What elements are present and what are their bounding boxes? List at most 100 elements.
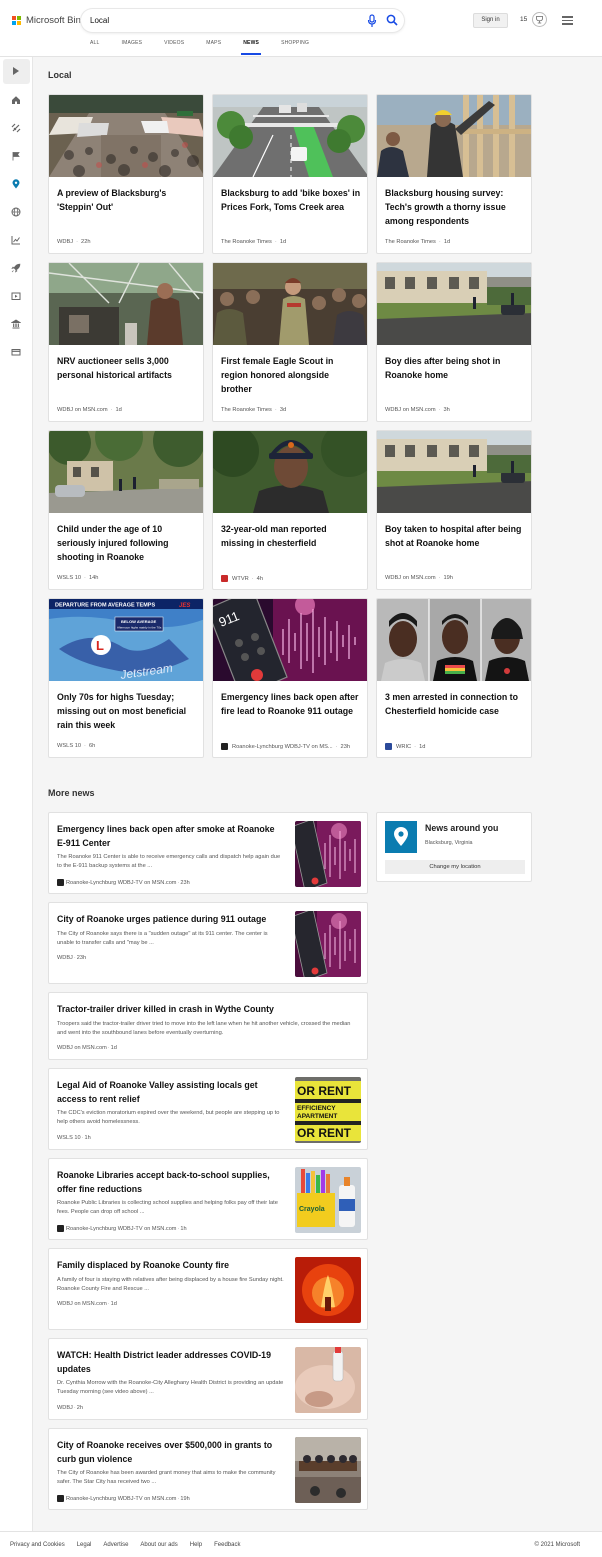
news-card-title[interactable]: Blacksburg to add 'bike boxes' in Prices… — [221, 186, 361, 214]
expand-rail-button[interactable] — [3, 59, 30, 84]
film-icon[interactable] — [11, 291, 21, 301]
news-card-title[interactable]: 3 men arrested in connection to Chesterf… — [385, 690, 525, 718]
news-source[interactable]: WDBJ — [57, 1405, 73, 1411]
news-card[interactable]: NRV auctioneer sells 3,000 personal hist… — [48, 262, 204, 422]
news-item-description: Troopers said the tractor-trailer driver… — [57, 1021, 351, 1036]
news-list-item[interactable]: Legal Aid of Roanoke Valley assisting lo… — [48, 1068, 368, 1150]
news-card[interactable]: Child under the age of 10 seriously inju… — [48, 430, 204, 590]
footer: Privacy and Cookies Legal Advertise Abou… — [0, 1531, 602, 1557]
news-card-meta: WDBJ on MSN.com · 3h — [385, 407, 450, 413]
home-icon[interactable] — [11, 95, 21, 105]
news-source[interactable]: The Roanoke Times — [221, 239, 272, 245]
tab-images[interactable]: IMAGES — [122, 40, 143, 55]
tab-maps[interactable]: MAPS — [206, 40, 221, 55]
search-icon[interactable] — [386, 14, 398, 26]
footer-link-help[interactable]: Help — [190, 1542, 202, 1548]
chart-icon[interactable] — [11, 235, 21, 245]
news-card[interactable]: A preview of Blacksburg's 'Steppin' Out'… — [48, 94, 204, 254]
bing-logo[interactable]: Microsoft Bing — [12, 15, 86, 26]
news-source[interactable]: WDBJ — [57, 239, 73, 245]
news-card[interactable]: DEPARTURE FROM AVERAGE TEMPS JES BELOW A… — [48, 598, 204, 758]
news-card[interactable]: 3 men arrested in connection to Chesterf… — [376, 598, 532, 758]
news-list-item[interactable]: Family displaced by Roanoke County fire … — [48, 1248, 368, 1330]
news-card-title[interactable]: 32-year-old man reported missing in ches… — [221, 522, 361, 550]
globe-icon[interactable] — [11, 207, 21, 217]
news-source[interactable]: WSLS 10 — [57, 743, 81, 749]
weather-banner-text: DEPARTURE FROM AVERAGE TEMPS — [55, 603, 155, 609]
rocket-icon[interactable] — [11, 263, 21, 273]
card-icon[interactable] — [11, 347, 21, 357]
news-source[interactable]: WDBJ on MSN.com — [385, 575, 436, 581]
news-list-item[interactable]: Tractor-trailer driver killed in crash i… — [48, 992, 368, 1060]
tab-news[interactable]: NEWS — [241, 40, 261, 55]
news-source[interactable]: WSLS 10 — [57, 1135, 81, 1141]
news-card-title[interactable]: Child under the age of 10 seriously inju… — [57, 522, 197, 564]
news-card[interactable]: Blacksburg to add 'bike boxes' in Prices… — [212, 94, 368, 254]
rewards-icon[interactable] — [532, 12, 547, 27]
news-card[interactable]: Blacksburg housing survey: Tech's growth… — [376, 94, 532, 254]
news-item-title[interactable]: Roanoke Libraries accept back-to-school … — [57, 1169, 285, 1196]
footer-link-legal[interactable]: Legal — [77, 1542, 92, 1548]
sign-in-button[interactable]: Sign in — [473, 13, 508, 28]
menu-icon[interactable] — [562, 16, 573, 25]
search-input[interactable] — [90, 13, 350, 28]
footer-link-about-ads[interactable]: About our ads — [140, 1542, 177, 1548]
news-list-item[interactable]: Roanoke Libraries accept back-to-school … — [48, 1158, 368, 1240]
news-card[interactable]: Boy dies after being shot in Roanoke hom… — [376, 262, 532, 422]
news-list-item[interactable]: City of Roanoke urges patience during 91… — [48, 902, 368, 984]
news-source[interactable]: Roanoke-Lynchburg WDBJ-TV on MSN.com — [66, 1226, 176, 1232]
news-source[interactable]: WDBJ — [57, 955, 73, 961]
news-item-title[interactable]: City of Roanoke urges patience during 91… — [57, 913, 285, 927]
news-source[interactable]: WDBJ on MSN.com — [57, 1045, 107, 1051]
satellite-icon[interactable] — [11, 123, 21, 133]
news-card[interactable]: First female Eagle Scout in region honor… — [212, 262, 368, 422]
tab-videos[interactable]: VIDEOS — [164, 40, 184, 55]
footer-link-feedback[interactable]: Feedback — [214, 1542, 240, 1548]
flag-icon[interactable] — [11, 151, 21, 161]
news-card-title[interactable]: Blacksburg housing survey: Tech's growth… — [385, 186, 525, 228]
news-card-title[interactable]: Boy dies after being shot in Roanoke hom… — [385, 354, 525, 382]
news-item-title[interactable]: City of Roanoke receives over $500,000 i… — [57, 1439, 285, 1466]
news-source[interactable]: WDBJ on MSN.com — [57, 407, 108, 413]
tab-shopping[interactable]: SHOPPING — [281, 40, 309, 55]
news-card-title[interactable]: Boy taken to hospital after being shot a… — [385, 522, 525, 550]
news-item-title[interactable]: Family displaced by Roanoke County fire — [57, 1259, 285, 1273]
news-list-item[interactable]: WATCH: Health District leader addresses … — [48, 1338, 368, 1420]
news-item-title[interactable]: WATCH: Health District leader addresses … — [57, 1349, 285, 1376]
news-card-title[interactable]: NRV auctioneer sells 3,000 personal hist… — [57, 354, 197, 382]
location-icon[interactable] — [11, 179, 21, 189]
tab-all[interactable]: ALL — [90, 40, 100, 55]
news-source[interactable]: The Roanoke Times — [385, 239, 436, 245]
news-card-meta: WDBJ on MSN.com · 1d — [57, 407, 122, 413]
news-card[interactable]: Boy taken to hospital after being shot a… — [376, 430, 532, 590]
news-item-title[interactable]: Legal Aid of Roanoke Valley assisting lo… — [57, 1079, 285, 1106]
news-source[interactable]: WDBJ on MSN.com — [57, 1301, 107, 1307]
news-source[interactable]: WRIC — [396, 744, 411, 750]
news-source[interactable]: WTVR — [232, 576, 249, 582]
news-item-image: OR RENT EFFICIENCY APARTMENT OR RENT — [295, 1077, 361, 1143]
news-item-title[interactable]: Emergency lines back open after smoke at… — [57, 823, 285, 850]
bank-icon[interactable] — [11, 319, 21, 329]
footer-link-privacy[interactable]: Privacy and Cookies — [10, 1542, 65, 1548]
news-source[interactable]: Roanoke-Lynchburg WDBJ-TV on MS... — [232, 744, 333, 750]
news-source[interactable]: Roanoke-Lynchburg WDBJ-TV on MSN.com — [66, 1496, 176, 1502]
news-card[interactable]: 32-year-old man reported missing in ches… — [212, 430, 368, 590]
microphone-icon[interactable] — [367, 14, 377, 28]
news-source[interactable]: WDBJ on MSN.com — [385, 407, 436, 413]
news-list-item[interactable]: City of Roanoke receives over $500,000 i… — [48, 1428, 368, 1510]
news-card-title[interactable]: Emergency lines back open after fire lea… — [221, 690, 361, 718]
news-card-title[interactable]: First female Eagle Scout in region honor… — [221, 354, 361, 396]
news-source[interactable]: Roanoke-Lynchburg WDBJ-TV on MSN.com — [66, 880, 176, 886]
news-card[interactable]: 911 Emergency lines back open after fire… — [212, 598, 368, 758]
news-age: 2h — [76, 1405, 83, 1411]
rewards-count[interactable]: 15 — [520, 16, 527, 23]
news-source[interactable]: The Roanoke Times — [221, 407, 272, 413]
news-source[interactable]: WSLS 10 — [57, 575, 81, 581]
news-card-title[interactable]: A preview of Blacksburg's 'Steppin' Out' — [57, 186, 197, 214]
news-list-item[interactable]: Emergency lines back open after smoke at… — [48, 812, 368, 894]
news-item-description: The City of Roanoke says there is a "sud… — [57, 931, 268, 946]
change-location-button[interactable]: Change my location — [385, 860, 525, 874]
footer-link-advertise[interactable]: Advertise — [103, 1542, 128, 1548]
news-card-title[interactable]: Only 70s for highs Tuesday; missing out … — [57, 690, 197, 732]
news-item-title[interactable]: Tractor-trailer driver killed in crash i… — [57, 1003, 359, 1017]
